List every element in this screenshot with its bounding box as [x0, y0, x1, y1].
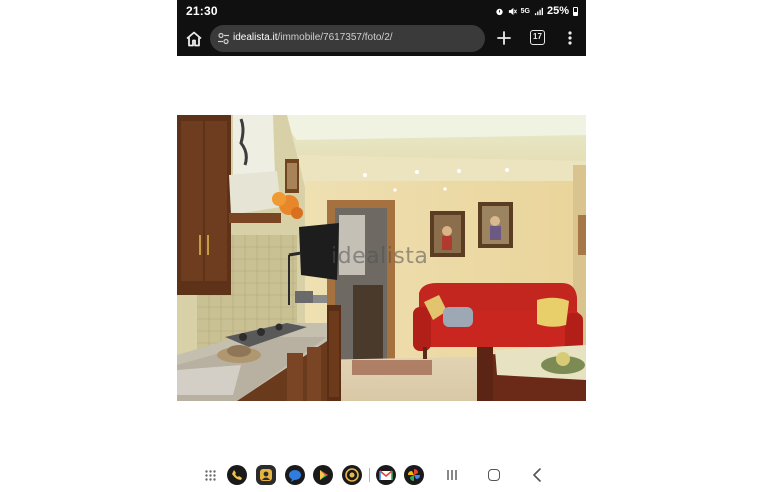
photo-watermark: idealista	[331, 244, 429, 269]
back-icon[interactable]	[531, 468, 543, 482]
browser-toolbar: idealista.it/immobile/7617357/foto/2/ 17	[177, 22, 586, 56]
status-icons: 5G 25%	[495, 4, 578, 18]
battery-percentage: 25%	[546, 5, 569, 17]
contacts-app-icon[interactable]	[256, 465, 276, 485]
address-bar[interactable]: idealista.it/immobile/7617357/foto/2/	[210, 25, 485, 52]
url-text[interactable]: idealista.it/immobile/7617357/foto/2/	[233, 32, 393, 43]
gmail-app-icon[interactable]	[376, 465, 396, 485]
nav-home-icon[interactable]	[488, 469, 500, 481]
property-photo[interactable]: idealista	[177, 115, 586, 401]
play-store-app-icon[interactable]	[313, 465, 333, 485]
home-icon[interactable]	[184, 29, 204, 49]
network-label: 5G	[520, 7, 530, 15]
messages-app-icon[interactable]	[285, 465, 305, 485]
recent-apps-icon[interactable]	[446, 469, 458, 481]
alarm-icon	[495, 8, 503, 15]
camera-app-icon[interactable]	[342, 465, 362, 485]
site-settings-icon[interactable]	[217, 32, 230, 45]
more-options-icon[interactable]	[565, 29, 575, 47]
phone-screen: 21:30 5G 25% idealista.it/immobile/76173…	[177, 0, 586, 492]
mute-icon	[508, 7, 517, 15]
battery-icon	[573, 6, 578, 16]
phone-app-icon[interactable]	[227, 465, 247, 485]
url-path: /immobile/7617357/foto/2/	[277, 32, 393, 43]
url-host: idealista.it	[233, 32, 278, 43]
app-drawer-icon[interactable]	[205, 470, 216, 481]
taskbar-divider	[369, 468, 370, 482]
signal-icon	[534, 7, 543, 15]
photos-app-icon[interactable]	[404, 465, 424, 485]
status-bar: 21:30 5G 25%	[177, 0, 586, 22]
new-tab-icon[interactable]	[495, 29, 513, 47]
screen: 21:30 5G 25% idealista.it/immobile/76173…	[0, 0, 764, 492]
taskbar	[0, 460, 764, 490]
tab-switcher-button[interactable]: 17	[530, 30, 545, 45]
status-time: 21:30	[186, 4, 218, 18]
